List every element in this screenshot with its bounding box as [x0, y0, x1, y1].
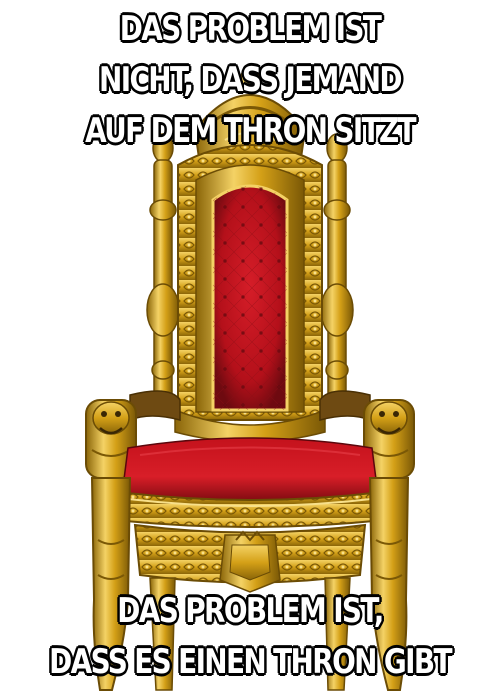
top-caption: DAS PROBLEM IST NICHT, DASS JEMAND AUF D… — [85, 9, 416, 151]
velvet-seat — [121, 437, 379, 504]
velvet-backrest — [211, 184, 289, 412]
bottom-caption: DAS PROBLEM IST, DASS ES EINEN THRON GIB… — [49, 591, 452, 682]
meme-canvas: DAS PROBLEM IST NICHT, DASS JEMAND AUF D… — [0, 0, 500, 695]
